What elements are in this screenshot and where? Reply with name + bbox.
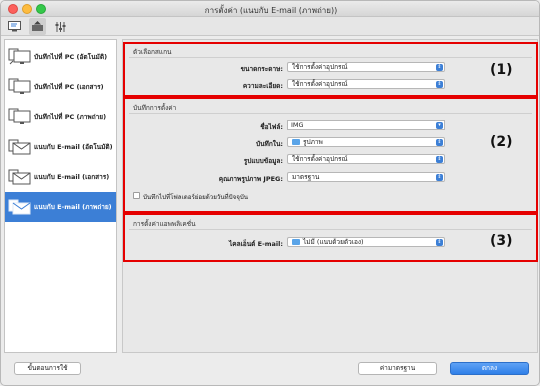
subfolder-checkbox[interactable] bbox=[133, 192, 140, 199]
paper-size-select[interactable]: ใช้การตั้งค่าอุปกรณ์ ⇕ bbox=[287, 62, 445, 72]
file-name-value: IMG bbox=[291, 121, 304, 129]
email-client-value: ไม่มี (แนบด้วยตัวเอง) bbox=[303, 238, 364, 246]
divider bbox=[129, 229, 532, 230]
sidebar-item-label: แนบกับ E-mail (ภาพถ่าย) bbox=[34, 203, 112, 211]
save-to-pc-icon bbox=[8, 47, 32, 67]
scan-options-group: ตัวเลือกสแกน ขนาดกระดาษ: ใช้การตั้งค่าอุ… bbox=[123, 42, 538, 97]
data-format-value: ใช้การตั้งค่าอุปกรณ์ bbox=[292, 155, 348, 163]
email-client-select[interactable]: ไม่มี (แนบด้วยตัวเอง) ⇕ bbox=[287, 237, 445, 247]
sidebar-item-label: บันทึกไปที่ PC (อัตโนมัติ) bbox=[34, 53, 108, 61]
sidebar-item-save-to-pc-photo[interactable]: บันทึกไปที่ PC (ภาพถ่าย) bbox=[5, 102, 116, 132]
sidebar-item-email-document[interactable]: แนบกับ E-mail (เอกสาร) bbox=[5, 162, 116, 192]
callout-1: (1) bbox=[490, 62, 513, 78]
tab-scan-from-operation-panel[interactable] bbox=[29, 18, 46, 35]
settings-panel: ตัวเลือกสแกน ขนาดกระดาษ: ใช้การตั้งค่าอุ… bbox=[122, 39, 538, 353]
callout-3: (3) bbox=[490, 233, 513, 249]
chevron-down-icon[interactable]: ▾ bbox=[436, 122, 443, 129]
settings-window: การตั้งค่า (แนบกับ E-mail (ภาพถ่าย)) บัน… bbox=[0, 0, 540, 386]
sidebar: บันทึกไปที่ PC (อัตโนมัติ) บันทึกไปที่ P… bbox=[4, 39, 117, 353]
email-client-label: ไคลเอ็นต์ E-mail: bbox=[228, 240, 283, 248]
save-to-pc-icon bbox=[8, 107, 32, 127]
title-bar: การตั้งค่า (แนบกับ E-mail (ภาพถ่าย)) bbox=[1, 1, 539, 17]
sidebar-item-save-to-pc-document[interactable]: บันทึกไปที่ PC (เอกสาร) bbox=[5, 72, 116, 102]
divider bbox=[129, 57, 532, 58]
tab-general-settings[interactable] bbox=[52, 18, 69, 35]
folder-icon bbox=[292, 138, 300, 145]
application-settings-group: การตั้งค่าแอพพลิเคชั่น ไคลเอ็นต์ E-mail:… bbox=[123, 213, 538, 262]
divider bbox=[129, 113, 532, 114]
sidebar-item-email-photo[interactable]: แนบกับ E-mail (ภาพถ่าย) bbox=[5, 192, 116, 222]
paper-size-label: ขนาดกระดาษ: bbox=[240, 65, 283, 73]
general-settings-icon bbox=[55, 21, 66, 32]
jpeg-quality-label: คุณภาพรูปภาพ JPEG: bbox=[218, 175, 283, 183]
scan-from-operation-panel-icon bbox=[32, 21, 43, 31]
jpeg-quality-select[interactable]: มาตรฐาน ⇕ bbox=[287, 172, 445, 182]
email-icon bbox=[8, 197, 32, 217]
save-in-select[interactable]: รูปภาพ ⇕ bbox=[287, 137, 445, 147]
save-in-value: รูปภาพ bbox=[303, 138, 323, 146]
callout-2: (2) bbox=[490, 134, 513, 150]
chevron-updown-icon: ⇕ bbox=[436, 174, 443, 181]
subfolder-checkbox-label: บันทึกไปที่โฟลเดอร์ย่อยด้วยวันที่ปัจจุบั… bbox=[143, 194, 248, 201]
instructions-button[interactable]: ขั้นตอนการใช้ bbox=[14, 362, 81, 375]
paper-size-value: ใช้การตั้งค่าอุปกรณ์ bbox=[292, 63, 348, 71]
sidebar-item-label: บันทึกไปที่ PC (ภาพถ่าย) bbox=[34, 113, 107, 121]
tab-scan-from-computer[interactable] bbox=[6, 18, 23, 35]
file-name-field[interactable]: IMG ▾ bbox=[287, 120, 445, 130]
jpeg-quality-value: มาตรฐาน bbox=[292, 173, 320, 181]
chevron-updown-icon: ⇕ bbox=[436, 139, 443, 146]
resolution-value: ใช้การตั้งค่าอุปกรณ์ bbox=[292, 80, 348, 88]
file-name-label: ชื่อไฟล์: bbox=[260, 123, 283, 131]
data-format-label: รูปแบบข้อมูล: bbox=[243, 157, 283, 165]
save-in-label: บันทึกใน: bbox=[255, 140, 283, 148]
email-icon bbox=[8, 167, 32, 187]
resolution-label: ความละเอียด: bbox=[242, 82, 283, 90]
group-title: ตัวเลือกสแกน bbox=[133, 48, 172, 56]
chevron-updown-icon: ⇕ bbox=[436, 64, 443, 71]
sidebar-item-label: แนบกับ E-mail (อัตโนมัติ) bbox=[34, 143, 113, 151]
window-title: การตั้งค่า (แนบกับ E-mail (ภาพถ่าย)) bbox=[204, 6, 338, 15]
defaults-button[interactable]: ค่ามาตรฐาน bbox=[358, 362, 437, 375]
scan-from-computer-icon bbox=[8, 21, 21, 32]
chevron-updown-icon: ⇕ bbox=[436, 239, 443, 246]
group-title: บันทึกการตั้งค่า bbox=[133, 104, 177, 112]
sidebar-item-label: แนบกับ E-mail (เอกสาร) bbox=[34, 173, 110, 181]
resolution-select[interactable]: ใช้การตั้งค่าอุปกรณ์ ⇕ bbox=[287, 79, 445, 89]
save-settings-group: บันทึกการตั้งค่า ชื่อไฟล์: IMG ▾ บันทึกใ… bbox=[123, 97, 538, 213]
email-icon bbox=[8, 137, 32, 157]
data-format-select[interactable]: ใช้การตั้งค่าอุปกรณ์ ⇕ bbox=[287, 154, 445, 164]
sidebar-item-save-to-pc-auto[interactable]: บันทึกไปที่ PC (อัตโนมัติ) bbox=[5, 42, 116, 72]
group-title: การตั้งค่าแอพพลิเคชั่น bbox=[133, 220, 196, 228]
chevron-updown-icon: ⇕ bbox=[436, 156, 443, 163]
ok-button[interactable]: ตกลง bbox=[450, 362, 529, 375]
folder-icon bbox=[292, 238, 300, 245]
toolbar bbox=[1, 17, 539, 36]
sidebar-item-email-auto[interactable]: แนบกับ E-mail (อัตโนมัติ) bbox=[5, 132, 116, 162]
chevron-updown-icon: ⇕ bbox=[436, 81, 443, 88]
sidebar-item-label: บันทึกไปที่ PC (เอกสาร) bbox=[34, 83, 104, 91]
save-to-pc-icon bbox=[8, 77, 32, 97]
